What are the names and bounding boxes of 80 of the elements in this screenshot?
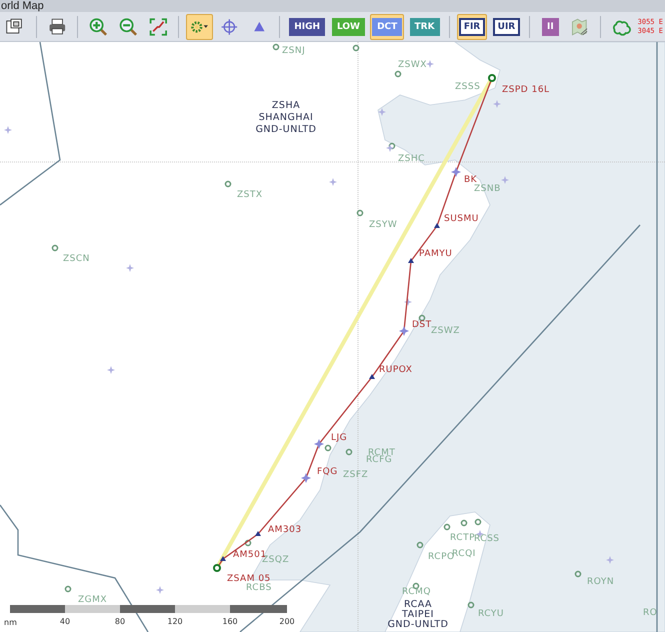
navaid-symbol xyxy=(156,586,164,594)
airport-symbol xyxy=(64,586,72,592)
navaid-symbol xyxy=(107,366,115,374)
airport-symbol xyxy=(574,570,582,578)
airport-label: RCYU xyxy=(478,609,504,619)
scale-label: 80 xyxy=(114,617,126,626)
fir-label: ZSHA SHANGHAI GND-UNLTD xyxy=(256,100,316,135)
navaid-symbol xyxy=(378,108,386,116)
navaid-symbol xyxy=(126,264,134,272)
layer-toggle[interactable]: FIR xyxy=(458,18,486,36)
airport-label: ZSQZ xyxy=(262,555,290,565)
waypoint-label: ZSAM 05 xyxy=(227,574,271,584)
scale-unit: nm xyxy=(4,618,17,627)
waypoint-label: RUPOX xyxy=(379,365,412,375)
airport-label: RCSS xyxy=(474,534,500,544)
airport-label: ZGMX xyxy=(78,595,108,605)
airport-label: RO xyxy=(643,608,658,618)
airport-symbol xyxy=(272,44,280,50)
navaid-symbol xyxy=(501,176,509,184)
airport-label: ZSHC xyxy=(398,154,425,164)
waypoint-label: ZSPD 16L xyxy=(502,85,550,95)
airport-label: ROYN xyxy=(587,577,614,587)
airport-symbol xyxy=(244,540,252,546)
airport-label: RCFG xyxy=(366,455,392,465)
navaid-symbol xyxy=(329,178,337,186)
fir-label: RCAA TAIPEI GND-UNLTD xyxy=(388,599,448,630)
waypoint-label: BK xyxy=(464,175,478,185)
airport-symbol xyxy=(352,44,360,52)
layer-toggle[interactable]: II xyxy=(542,18,559,36)
layer-toggle[interactable]: LOW xyxy=(332,18,365,36)
waypoint-label: FQG xyxy=(317,467,338,477)
scale-label: 200 xyxy=(279,617,295,626)
layer-toggle[interactable]: UIR xyxy=(492,18,520,36)
airport-label: RCPO xyxy=(428,552,455,562)
navaid-symbol xyxy=(426,60,434,68)
airport-symbol xyxy=(416,542,424,548)
airport-symbol xyxy=(468,602,474,608)
airport-label: RCTP xyxy=(450,533,476,543)
zoom-out-icon xyxy=(118,16,139,38)
airport-label: ZSFZ xyxy=(343,470,368,480)
gear-button[interactable] xyxy=(186,14,213,40)
airport-label: ZSTX xyxy=(237,190,263,200)
waypoint-label: DST xyxy=(412,320,432,330)
airport-label: RCQI xyxy=(452,549,476,559)
airport-symbol xyxy=(356,210,364,216)
airport-label: ZSNB xyxy=(474,184,501,194)
scale-label: 40 xyxy=(60,617,70,626)
airport-symbol xyxy=(444,524,450,530)
navaid-symbol xyxy=(606,556,614,564)
airport-symbol xyxy=(324,444,332,452)
airport-label: ZSSS xyxy=(455,82,480,92)
navaid-symbol xyxy=(404,298,412,306)
waypoint-label: PAMYU xyxy=(419,249,452,259)
airport-label: ZSWX xyxy=(398,60,427,70)
fit-extent-icon xyxy=(148,16,168,38)
airport-label: RCMQ xyxy=(402,587,431,597)
airport-symbol xyxy=(418,314,426,322)
layer-toggle[interactable]: DCT xyxy=(372,18,402,36)
airport-symbol xyxy=(52,244,58,252)
airport-label: ZSWZ xyxy=(431,326,460,336)
waypoint-label: LJG xyxy=(331,433,348,443)
scale-label: 120 xyxy=(167,617,183,626)
airport-symbol xyxy=(346,448,352,456)
navaid-symbol xyxy=(4,126,12,134)
navaid-symbol xyxy=(493,100,501,108)
waypoint-label: AM303 xyxy=(268,525,302,535)
airport-symbol xyxy=(388,142,396,150)
layer-toggle[interactable]: TRK xyxy=(410,18,440,36)
airport-label: ZSCN xyxy=(63,254,90,264)
airport-label: ZSYW xyxy=(369,220,398,230)
airport-label: ZSNJ xyxy=(282,46,306,56)
airport-symbol xyxy=(224,180,232,188)
waypoint-label: SUSMU xyxy=(444,214,479,224)
scale-label: 160 xyxy=(222,617,238,626)
airport-label: RCBS xyxy=(246,583,272,593)
layer-toggle[interactable]: HIGH xyxy=(289,18,325,36)
window-title: orld Map xyxy=(0,1,44,12)
airport-symbol xyxy=(394,70,402,78)
navaid-symbol xyxy=(386,144,394,152)
zoom-in-icon xyxy=(88,16,109,38)
